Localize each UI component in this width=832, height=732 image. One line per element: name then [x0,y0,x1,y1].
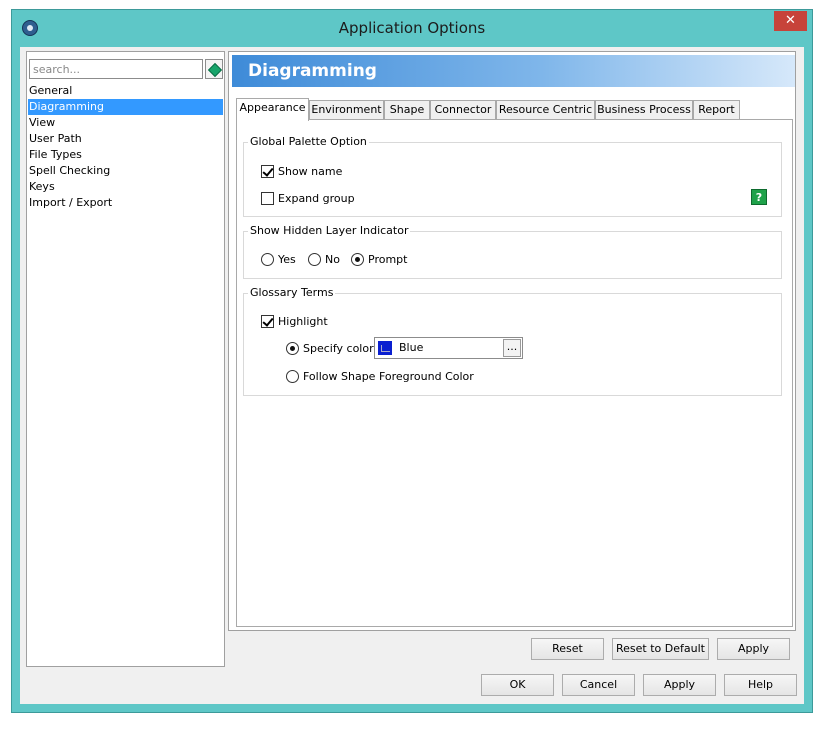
specify-color-radio[interactable] [286,342,299,355]
sidebar-item-view[interactable]: View [28,115,223,131]
yes-label: Yes [278,253,296,266]
expand-group-label: Expand group [278,192,355,205]
tab-shape[interactable]: Shape [384,100,430,120]
panel-title: Diagramming [248,61,377,81]
search-diamond-icon [207,62,223,78]
tab-resource-centric[interactable]: Resource Centric [496,100,595,120]
no-label: No [325,253,340,266]
browse-color-button[interactable]: ... [503,339,521,357]
appearance-tab-page: Global Palette Option Show name Expand g… [236,119,793,627]
dialog-apply-button[interactable]: Apply [643,674,716,696]
show-name-checkbox[interactable] [261,165,274,178]
prompt-label: Prompt [368,253,408,266]
panel-apply-button[interactable]: Apply [717,638,790,660]
sidebar-item-user-path[interactable]: User Path [28,131,223,147]
reset-to-default-button[interactable]: Reset to Default [612,638,709,660]
show-name-label: Show name [278,165,343,178]
specify-color-label: Specify color [303,342,374,355]
sidebar-item-keys[interactable]: Keys [28,179,223,195]
highlight-label: Highlight [278,315,328,328]
tab-environment[interactable]: Environment [309,100,384,120]
ok-button[interactable]: OK [481,674,554,696]
sidebar-item-import-export[interactable]: Import / Export [28,195,223,211]
glossary-terms-group: Glossary Terms Highlight Specify color B… [243,286,782,396]
sidebar-item-file-types[interactable]: File Types [28,147,223,163]
tab-business-process[interactable]: Business Process [595,100,693,120]
global-palette-group: Global Palette Option Show name Expand g… [243,135,782,217]
color-picker-field[interactable]: Blue ... [374,337,523,359]
title-bar[interactable]: Application Options ✕ [12,10,812,46]
options-nav-panel: General Diagramming View User Path File … [26,51,225,667]
group-title: Show Hidden Layer Indicator [248,224,411,237]
dialog-client-area: General Diagramming View User Path File … [20,47,804,704]
window-title: Application Options [338,19,486,37]
sidebar-item-spell-checking[interactable]: Spell Checking [28,163,223,179]
color-swatch [378,341,392,355]
reset-button[interactable]: Reset [531,638,604,660]
group-title: Global Palette Option [248,135,369,148]
follow-shape-color-label: Follow Shape Foreground Color [303,370,474,383]
cancel-button[interactable]: Cancel [562,674,635,696]
options-content-panel: Diagramming Appearance Environment Shape… [228,51,796,631]
highlight-checkbox[interactable] [261,315,274,328]
search-button[interactable] [205,59,223,79]
follow-shape-color-radio[interactable] [286,370,299,383]
close-button[interactable]: ✕ [774,11,807,31]
tab-connector[interactable]: Connector [430,100,496,120]
hidden-layer-no-radio[interactable] [308,253,321,266]
expand-group-checkbox[interactable] [261,192,274,205]
hidden-layer-prompt-radio[interactable] [351,253,364,266]
search-input[interactable] [29,59,203,79]
help-icon[interactable]: ? [751,189,767,205]
help-button[interactable]: Help [724,674,797,696]
hidden-layer-group: Show Hidden Layer Indicator Yes No Promp… [243,224,782,279]
tab-report[interactable]: Report [693,100,740,120]
group-title: Glossary Terms [248,286,336,299]
options-category-list: General Diagramming View User Path File … [28,83,223,211]
hidden-layer-yes-radio[interactable] [261,253,274,266]
sidebar-item-diagramming[interactable]: Diagramming [28,99,223,115]
color-value: Blue [399,341,424,354]
sidebar-item-general[interactable]: General [28,83,223,99]
tab-appearance[interactable]: Appearance [236,98,309,121]
panel-header: Diagramming [232,55,795,87]
application-options-window: Application Options ✕ General Diagrammin… [12,10,812,712]
